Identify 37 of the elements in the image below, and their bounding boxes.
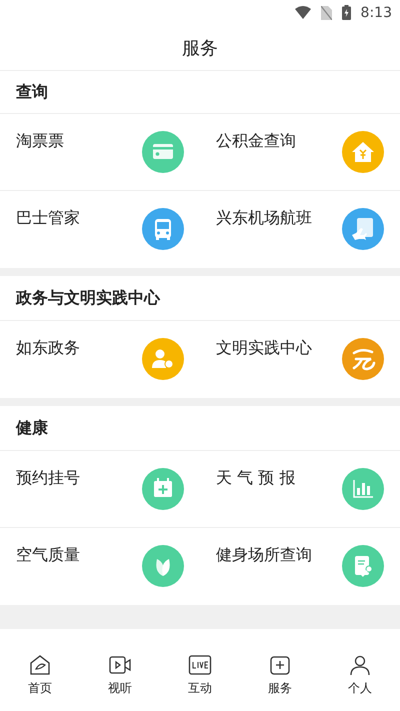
bus-icon[interactable]: [142, 208, 184, 250]
nav-tab[interactable]: 互动: [160, 644, 240, 696]
battery-charging-icon: [342, 5, 351, 20]
status-time: 8:13: [360, 4, 392, 20]
service-label[interactable]: 如东政务: [16, 337, 80, 359]
bar-chart-icon[interactable]: [342, 468, 384, 510]
calendar-icon[interactable]: [142, 468, 184, 510]
service-label[interactable]: 天 气 预 报: [216, 467, 296, 489]
person-icon[interactable]: [142, 338, 184, 380]
page-title: 服务: [182, 36, 218, 60]
service-label[interactable]: 健身场所查询: [216, 544, 312, 566]
nav-tab[interactable]: 首页: [0, 644, 80, 696]
document-icon[interactable]: [342, 545, 384, 587]
home-icon: [28, 654, 52, 676]
section-title: 健康: [0, 406, 400, 451]
service-label[interactable]: 兴东机场航班: [216, 207, 312, 229]
wifi-icon: [294, 6, 311, 19]
live-icon: [188, 654, 212, 676]
swirl-logo-icon[interactable]: [342, 338, 384, 380]
nav-tab[interactable]: 服务: [240, 644, 320, 696]
service-label[interactable]: 淘票票: [16, 130, 64, 152]
service-label[interactable]: 公积金查询: [216, 130, 296, 152]
section-title: 政务与文明实践中心: [0, 276, 400, 321]
service-label[interactable]: 文明实践中心: [216, 337, 312, 359]
no-sim-icon: [320, 6, 332, 20]
nav-tab[interactable]: 视听: [80, 644, 160, 696]
service-label[interactable]: 空气质量: [16, 544, 80, 566]
section-title: 查询: [0, 71, 400, 114]
nav-tab[interactable]: 个人: [320, 644, 400, 696]
service-label[interactable]: 巴士管家: [16, 207, 80, 229]
service-label[interactable]: 预约挂号: [16, 467, 80, 489]
leaf-icon[interactable]: [142, 545, 184, 587]
house-icon[interactable]: [342, 131, 384, 173]
person-icon: [348, 654, 372, 676]
service-icon: [268, 654, 292, 676]
card-icon[interactable]: [142, 131, 184, 173]
video-icon: [108, 654, 132, 676]
